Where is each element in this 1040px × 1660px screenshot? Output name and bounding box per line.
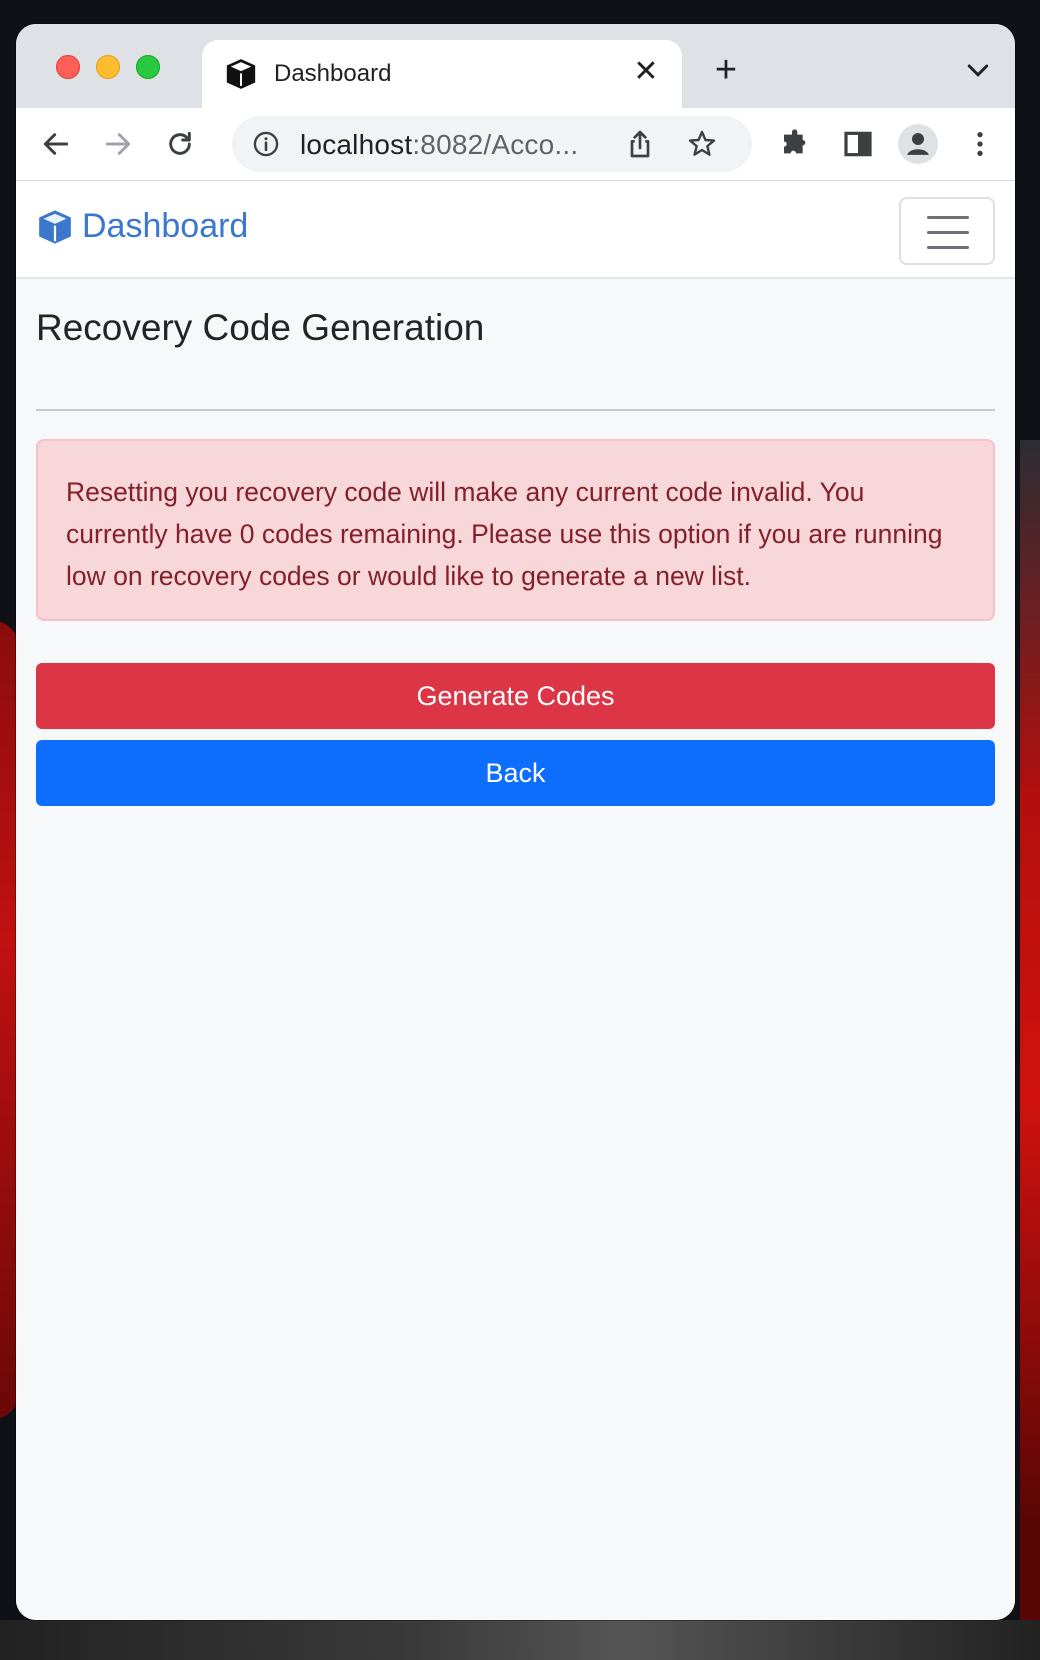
extensions-icon[interactable] bbox=[776, 124, 816, 164]
maximize-window-button[interactable] bbox=[136, 55, 160, 79]
cube-icon bbox=[39, 209, 71, 244]
divider bbox=[36, 409, 995, 411]
minimize-window-button[interactable] bbox=[96, 55, 120, 79]
brand-label: Dashboard bbox=[82, 207, 249, 245]
address-bar[interactable]: localhost:8082/Acco... bbox=[232, 116, 752, 172]
plus-icon[interactable]: + bbox=[706, 50, 746, 90]
close-window-button[interactable] bbox=[56, 55, 80, 79]
back-arrow-icon[interactable] bbox=[36, 124, 76, 164]
brand-link[interactable]: Dashboard bbox=[36, 207, 248, 246]
warning-alert: Resetting you recovery code will make an… bbox=[36, 439, 995, 621]
back-button[interactable]: Back bbox=[36, 740, 995, 806]
page-content: Dashboard Recovery Code Generation Reset… bbox=[16, 181, 1015, 1620]
tab-title: Dashboard bbox=[274, 60, 392, 87]
info-icon[interactable] bbox=[252, 130, 280, 158]
navbar: Dashboard bbox=[16, 181, 1015, 279]
url-host: localhost bbox=[300, 129, 413, 160]
forward-arrow-icon[interactable] bbox=[98, 124, 138, 164]
tab-dashboard[interactable]: Dashboard ✕ bbox=[202, 40, 682, 110]
url-text: localhost:8082/Acco... bbox=[300, 129, 578, 161]
share-icon[interactable] bbox=[624, 128, 656, 160]
url-path: :8082/Acco... bbox=[412, 129, 579, 160]
wallpaper-right bbox=[1020, 440, 1040, 1640]
browser-toolbar: localhost:8082/Acco... bbox=[16, 108, 1015, 181]
generate-codes-button[interactable]: Generate Codes bbox=[36, 663, 995, 729]
browser-window: Dashboard ✕ + localhost:8082/Acco... Das… bbox=[16, 24, 1015, 1620]
profile-icon[interactable] bbox=[898, 124, 938, 164]
reload-icon[interactable] bbox=[160, 124, 200, 164]
page-title: Recovery Code Generation bbox=[36, 307, 485, 348]
hamburger-icon[interactable] bbox=[899, 197, 995, 265]
star-icon[interactable] bbox=[686, 128, 718, 160]
close-icon[interactable]: ✕ bbox=[628, 54, 664, 90]
tab-strip: Dashboard ✕ + bbox=[16, 24, 1015, 110]
wallpaper-bottom bbox=[0, 1620, 1040, 1660]
side-panel-icon[interactable] bbox=[838, 124, 878, 164]
chevron-down-icon[interactable] bbox=[963, 56, 993, 86]
menu-dots-icon[interactable] bbox=[960, 124, 1000, 164]
cube-icon bbox=[226, 59, 256, 89]
